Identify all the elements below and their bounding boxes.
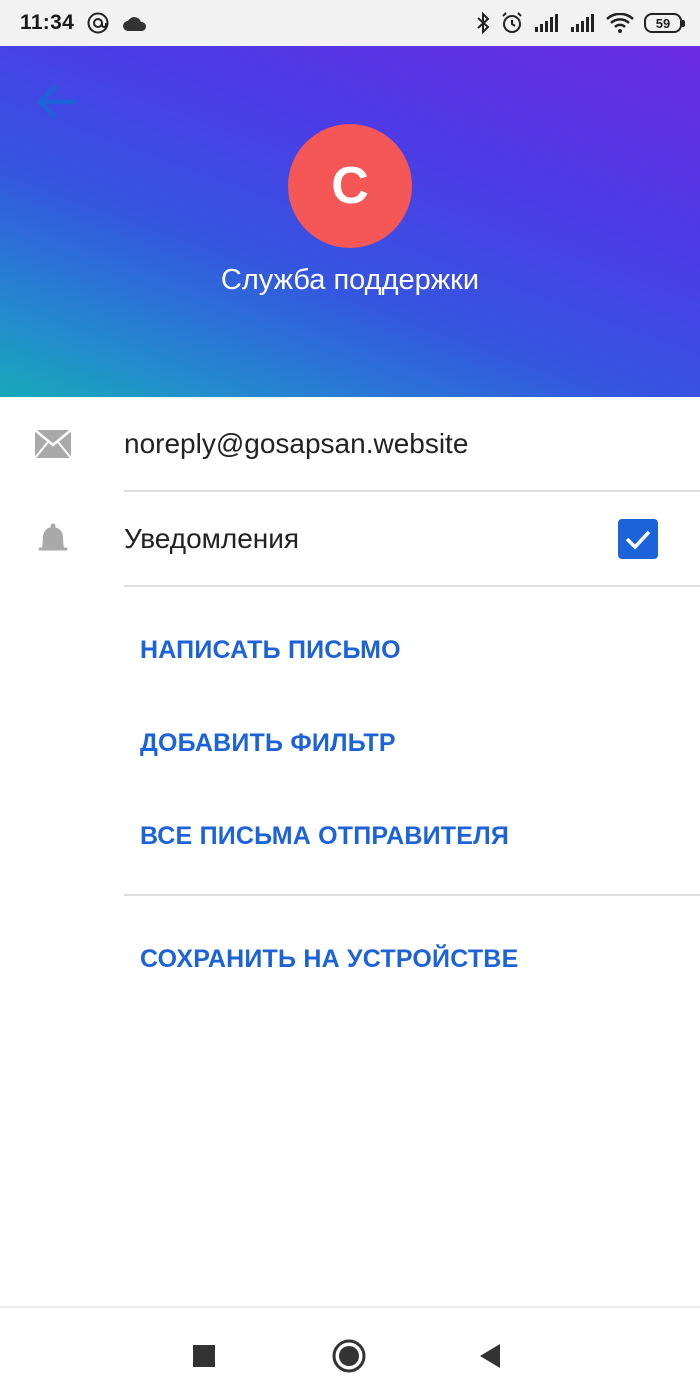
status-bar: 11:34 59 [0, 0, 700, 46]
square-icon [193, 1345, 215, 1367]
at-sign-icon [86, 11, 110, 35]
notifications-row[interactable]: Уведомления [0, 492, 700, 586]
notifications-label: Уведомления [124, 523, 300, 554]
email-row[interactable]: noreply@gosapsan.website [0, 397, 700, 491]
status-bar-right: 59 [476, 11, 685, 35]
status-time: 11:34 [20, 11, 75, 34]
divider [124, 894, 700, 896]
envelope-icon [32, 423, 74, 465]
divider [124, 585, 700, 587]
home-circle-icon [332, 1339, 366, 1373]
signal-icon [570, 13, 596, 33]
all-sender-emails-button[interactable]: ВСЕ ПИСЬМА ОТПРАВИТЕЛЯ [140, 822, 509, 851]
contact-name: Служба поддержки [220, 264, 480, 296]
add-filter-button[interactable]: ДОБАВИТЬ ФИЛЬТР [140, 729, 396, 758]
bluetooth-icon [476, 11, 490, 35]
save-on-device-button[interactable]: СОХРАНИТЬ НА УСТРОЙСТВЕ [140, 945, 518, 974]
navigation-bar [0, 1306, 700, 1400]
cloud-icon [122, 14, 148, 32]
battery-icon: 59 [644, 13, 685, 33]
status-bar-left: 11:34 [20, 11, 148, 35]
contact-email: noreply@gosapsan.website [124, 428, 469, 459]
battery-level: 59 [655, 15, 671, 31]
back-button[interactable] [28, 78, 84, 126]
avatar: C [288, 124, 412, 248]
avatar-letter: C [331, 157, 369, 215]
system-back-button[interactable] [470, 1336, 510, 1376]
recents-button[interactable] [184, 1336, 224, 1376]
back-triangle-icon [480, 1344, 500, 1368]
bell-icon [32, 518, 74, 560]
write-email-button[interactable]: НАПИСАТЬ ПИСЬМО [140, 636, 401, 665]
contact-header: C Служба поддержки [0, 46, 700, 397]
notifications-checkbox[interactable] [618, 519, 658, 559]
arrow-left-icon [36, 85, 76, 119]
signal-icon [534, 13, 560, 33]
home-button[interactable] [329, 1336, 369, 1376]
checkmark-icon [625, 530, 651, 550]
wifi-icon [606, 13, 634, 33]
alarm-icon [500, 11, 524, 35]
